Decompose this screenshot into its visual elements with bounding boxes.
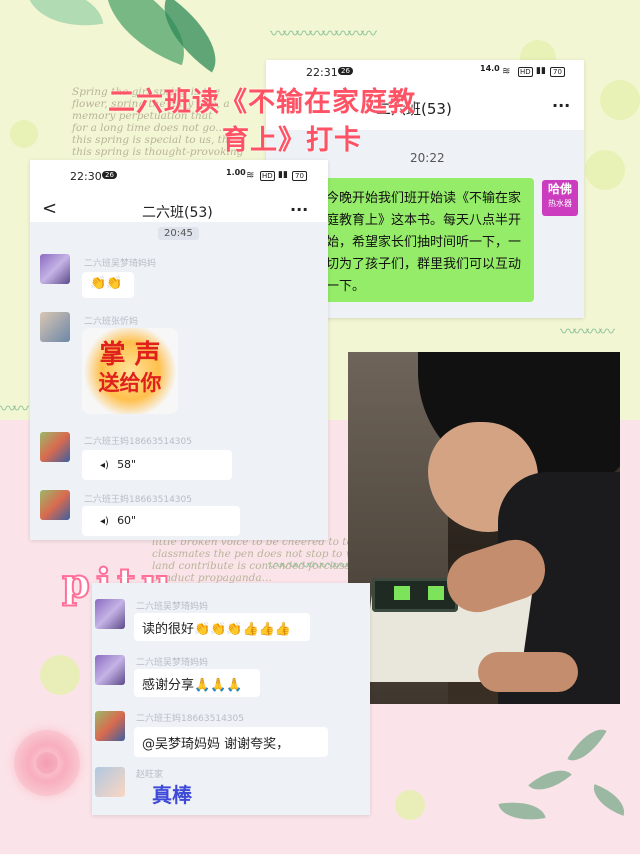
photo-phone-screen	[394, 586, 410, 600]
decor-dot	[40, 655, 80, 695]
voice-duration: 60"	[117, 514, 137, 527]
decor-dot	[395, 790, 425, 820]
status-time: 22:30	[70, 170, 102, 183]
zigzag-decoration: 〰〰	[0, 399, 29, 418]
back-button[interactable]: <	[42, 198, 57, 219]
chat-title: 二六班(53)	[142, 205, 213, 221]
sender-name: 二六班吴梦琦妈妈	[136, 658, 209, 668]
hd-icon: HD	[260, 171, 275, 181]
status-time: 22:31	[306, 66, 338, 79]
network-speed: 1.00	[226, 168, 246, 177]
status-badge: 26	[102, 171, 117, 179]
battery-icon: 70	[550, 67, 565, 77]
wifi-icon: ≋	[502, 66, 511, 77]
sender-name: 二六班王妈18663514305	[84, 437, 192, 447]
avatar[interactable]	[40, 312, 70, 342]
voice-icon: ◂)	[100, 516, 109, 527]
sender-name: 二六班吴梦琦妈妈	[84, 259, 157, 269]
sticker-text-line2: 送给你	[98, 371, 162, 395]
rose-center	[36, 752, 58, 774]
time-divider: 20:22	[410, 151, 445, 165]
voice-duration: 58"	[117, 458, 137, 471]
decor-dot	[600, 80, 640, 120]
photo-phone-screen	[428, 586, 444, 600]
more-button[interactable]: ···	[290, 200, 308, 219]
zigzag-decoration: 〰〰〰〰	[560, 322, 615, 341]
signal-icon: ▮▮	[278, 170, 288, 180]
page-title-line2: 育上》打卡	[222, 125, 362, 156]
avatar[interactable]	[40, 254, 70, 284]
avatar[interactable]	[40, 490, 70, 520]
photo-phone	[372, 578, 458, 612]
sticker-text-line1: 掌 声	[99, 340, 161, 370]
battery-icon: 70	[292, 171, 307, 181]
avatar[interactable]	[95, 767, 125, 797]
message-bubble: 感谢分享🙏🙏🙏	[134, 669, 260, 697]
chat-screenshot-lower: 二六班吴梦琦妈妈 读的很好👏👏👏👍👍👍 二六班吴梦琦妈妈 感谢分享🙏🙏🙏 二六班…	[92, 583, 370, 815]
sender-name: 二六班王妈18663514305	[84, 495, 192, 505]
avatar[interactable]	[95, 711, 125, 741]
paper-text-bottom: little broken voice to be cheered to tea…	[152, 536, 369, 584]
message-text: 今晚开始我们班开始读《不输在家庭教育上》这本书。每天八点半开始，希望家长们抽时间…	[326, 191, 522, 294]
sender-name: 二六班吴梦琦妈妈	[136, 602, 209, 612]
decor-dot	[10, 120, 38, 148]
signal-icon: ▮▮	[536, 66, 546, 76]
reading-photo	[348, 352, 620, 704]
avatar-subtext: 热水器	[548, 199, 572, 208]
avatar[interactable]	[95, 655, 125, 685]
wifi-icon: ≋	[246, 170, 255, 181]
page-title-line1: 二六班读《不输在家庭教	[108, 87, 416, 118]
sticker-applause: 掌 声 送给你	[82, 328, 178, 414]
decor-dot	[585, 150, 625, 190]
time-divider: 20:45	[158, 227, 199, 240]
photo-hand	[478, 652, 578, 692]
avatar[interactable]	[40, 432, 70, 462]
sticker-great: 真棒	[152, 783, 192, 807]
avatar[interactable]	[95, 599, 125, 629]
voice-message[interactable]: ◂) 58"	[82, 450, 232, 480]
zigzag-decoration: 〰〰〰〰〰〰〰〰	[270, 24, 377, 43]
voice-icon: ◂)	[100, 460, 109, 471]
message-bubble: 读的很好👏👏👏👍👍👍	[134, 613, 310, 641]
avatar-text: 哈佛	[547, 182, 572, 196]
status-badge: 26	[338, 67, 353, 75]
hd-icon: HD	[518, 67, 533, 77]
sender-name: 二六班张忻妈	[84, 317, 139, 327]
message-bubble: 👏👏	[82, 272, 134, 298]
chat-screenshot-front: 22:30 26 1.00 ≋ HD ▮▮ 70 < 二六班(53) ··· 2…	[30, 160, 328, 540]
sender-name: 二六班王妈18663514305	[136, 714, 244, 724]
network-speed: 14.0	[480, 64, 500, 73]
more-button[interactable]: ···	[552, 96, 570, 115]
voice-message[interactable]: ◂) 60"	[82, 506, 240, 536]
avatar[interactable]: 哈佛 热水器	[542, 180, 578, 216]
status-bar: 22:30 26 1.00 ≋ HD ▮▮ 70	[30, 168, 328, 186]
message-bubble: @吴梦琦妈妈 谢谢夸奖，	[134, 727, 328, 757]
